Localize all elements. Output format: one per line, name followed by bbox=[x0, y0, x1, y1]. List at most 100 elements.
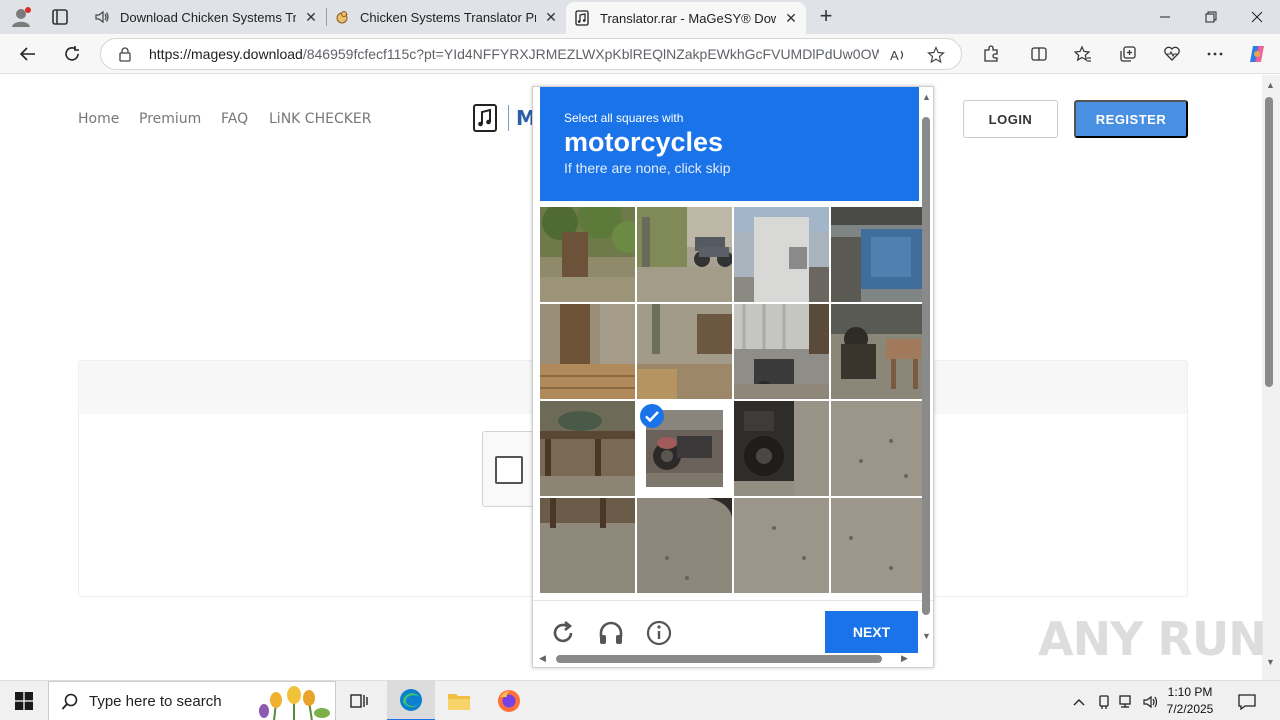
close-icon[interactable]: ✕ bbox=[782, 9, 800, 27]
captcha-tile[interactable] bbox=[831, 401, 926, 496]
login-button[interactable]: LOGIN bbox=[963, 100, 1058, 138]
challenge-hscroll-thumb[interactable] bbox=[556, 655, 882, 663]
tab-download-chicken[interactable]: Download Chicken Systems Trans ✕ bbox=[86, 0, 326, 34]
logo-divider bbox=[508, 105, 509, 131]
tab-title: Chicken Systems Translator Pro v bbox=[360, 9, 536, 25]
captcha-tile[interactable] bbox=[540, 401, 635, 496]
checkmark-icon bbox=[640, 404, 664, 428]
usb-device-icon[interactable] bbox=[1095, 693, 1113, 711]
tab-chicken-pro[interactable]: Chicken Systems Translator Pro v ✕ bbox=[326, 0, 566, 34]
next-button[interactable]: NEXT bbox=[825, 611, 918, 653]
info-icon[interactable] bbox=[645, 619, 673, 647]
favorites-button[interactable] bbox=[1071, 42, 1095, 66]
nav-faq[interactable]: FAQ bbox=[221, 111, 248, 127]
address-bar[interactable]: https://magesy.download/846959fcfecf115c… bbox=[100, 38, 962, 70]
minimize-button[interactable] bbox=[1142, 0, 1188, 34]
close-window-button[interactable] bbox=[1234, 0, 1280, 34]
collections-icon bbox=[1120, 46, 1136, 62]
collections-button[interactable] bbox=[1116, 42, 1140, 66]
captcha-tile[interactable] bbox=[831, 207, 926, 302]
captcha-tile-selected[interactable] bbox=[637, 401, 732, 496]
speaker-icon bbox=[95, 10, 109, 24]
captcha-instruction: Select all squares with bbox=[564, 111, 684, 125]
page-scroll-thumb[interactable] bbox=[1265, 97, 1273, 387]
challenge-scrollbar[interactable]: ▲ ▼ bbox=[920, 87, 933, 647]
scroll-left-arrow-icon[interactable]: ◀ bbox=[539, 653, 546, 664]
svg-text:A: A bbox=[890, 48, 899, 63]
volume-icon[interactable] bbox=[1142, 693, 1160, 711]
clock-date: 7/2/2025 bbox=[1166, 702, 1214, 716]
captcha-tile[interactable] bbox=[637, 498, 732, 593]
profile-icon[interactable] bbox=[10, 6, 32, 28]
captcha-tile[interactable] bbox=[734, 498, 829, 593]
puzzle-icon bbox=[984, 45, 998, 62]
scroll-down-arrow-icon[interactable]: ▼ bbox=[922, 631, 931, 641]
scroll-down-arrow-icon[interactable]: ▼ bbox=[1266, 657, 1275, 667]
close-icon[interactable]: ✕ bbox=[302, 8, 320, 26]
captcha-tile[interactable] bbox=[637, 207, 732, 302]
extensions-button[interactable] bbox=[979, 42, 1003, 66]
scroll-right-arrow-icon[interactable]: ▶ bbox=[901, 653, 908, 664]
task-view-button[interactable] bbox=[336, 681, 384, 720]
split-screen-button[interactable] bbox=[1027, 42, 1051, 66]
nav-link-checker[interactable]: LiNK CHECKER bbox=[269, 111, 371, 127]
site-logo-icon[interactable] bbox=[472, 103, 498, 133]
more-menu-button[interactable] bbox=[1203, 42, 1227, 66]
browser-essentials-button[interactable] bbox=[1160, 42, 1184, 66]
captcha-tile[interactable] bbox=[540, 498, 635, 593]
scroll-up-arrow-icon[interactable]: ▲ bbox=[1266, 80, 1275, 90]
firefox-icon bbox=[498, 690, 520, 712]
close-icon[interactable]: ✕ bbox=[542, 8, 560, 26]
taskbar-clock[interactable]: 1:10 PM 7/2/2025 bbox=[1160, 684, 1220, 718]
nav-premium[interactable]: Premium bbox=[139, 111, 201, 127]
captcha-challenge: Select all squares with motorcycles If t… bbox=[532, 86, 934, 668]
captcha-tile[interactable] bbox=[734, 304, 829, 399]
network-icon[interactable] bbox=[1118, 693, 1136, 711]
refresh-button[interactable] bbox=[60, 42, 84, 66]
captcha-subtext: If there are none, click skip bbox=[564, 160, 731, 176]
captcha-grid bbox=[540, 207, 926, 595]
scroll-up-arrow-icon[interactable]: ▲ bbox=[922, 92, 931, 102]
captcha-tile[interactable] bbox=[637, 304, 732, 399]
captcha-tile[interactable] bbox=[734, 401, 829, 496]
taskbar-file-explorer[interactable] bbox=[435, 681, 483, 720]
tab-strip: Download Chicken Systems Trans ✕ Chicken… bbox=[0, 0, 1280, 34]
folder-icon bbox=[448, 694, 470, 710]
challenge-hscrollbar[interactable]: ◀ ▶ bbox=[533, 652, 920, 667]
captcha-tile[interactable] bbox=[734, 207, 829, 302]
challenge-scroll-thumb[interactable] bbox=[922, 117, 930, 615]
taskbar-search[interactable]: Type here to search bbox=[48, 681, 336, 720]
start-button[interactable] bbox=[0, 681, 48, 720]
tray-overflow-icon[interactable] bbox=[1070, 693, 1088, 711]
back-button[interactable] bbox=[16, 42, 40, 66]
browser-toolbar: https://magesy.download/846959fcfecf115c… bbox=[0, 34, 1280, 74]
edge-browser-icon bbox=[400, 689, 422, 711]
new-tab-button[interactable]: + bbox=[814, 5, 838, 29]
tab-translator-rar[interactable]: Translator.rar - MaGeSY® Downlo ✕ bbox=[566, 2, 806, 34]
notifications-icon[interactable] bbox=[1238, 693, 1256, 711]
captcha-tile[interactable] bbox=[540, 207, 635, 302]
taskbar-edge[interactable] bbox=[387, 681, 435, 720]
restore-button[interactable] bbox=[1188, 0, 1234, 34]
refresh-icon bbox=[65, 46, 79, 61]
read-aloud-icon[interactable]: A bbox=[889, 46, 907, 64]
recaptcha-checkbox[interactable] bbox=[495, 456, 523, 484]
windows-taskbar: Type here to search 1:10 PM 7/2/2025 bbox=[0, 680, 1280, 720]
headphones-icon[interactable] bbox=[597, 619, 625, 647]
captcha-tile[interactable] bbox=[831, 304, 926, 399]
register-button[interactable]: REGISTER bbox=[1074, 100, 1188, 138]
music-note-icon bbox=[575, 10, 589, 26]
page-scrollbar[interactable]: ▲ ▼ bbox=[1262, 75, 1280, 680]
chicken-icon bbox=[336, 11, 349, 24]
nav-home[interactable]: Home bbox=[78, 111, 119, 127]
copilot-icon bbox=[1250, 46, 1264, 62]
captcha-tile[interactable] bbox=[831, 498, 926, 593]
tab-actions-icon[interactable] bbox=[48, 6, 72, 28]
favorite-star-icon[interactable] bbox=[927, 46, 945, 64]
copilot-button[interactable] bbox=[1245, 42, 1269, 66]
lock-icon[interactable] bbox=[117, 46, 133, 62]
captcha-tile[interactable] bbox=[540, 304, 635, 399]
url-text: https://magesy.download/846959fcfecf115c… bbox=[149, 46, 879, 62]
reload-icon[interactable] bbox=[549, 619, 577, 647]
taskbar-firefox[interactable] bbox=[485, 681, 533, 720]
